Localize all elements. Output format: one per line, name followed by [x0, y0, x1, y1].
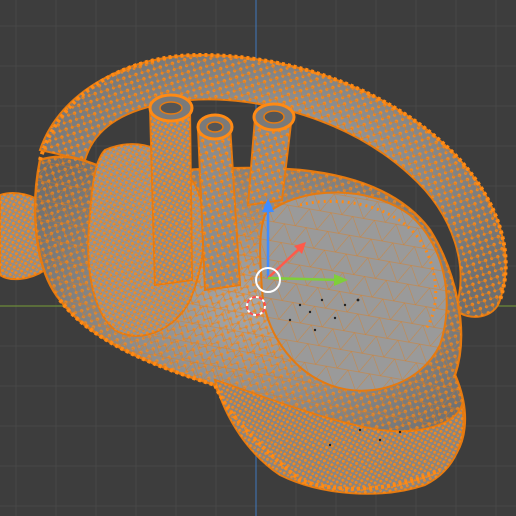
viewport-canvas[interactable] — [0, 0, 516, 516]
mesh-vessel-1[interactable] — [148, 93, 194, 287]
mesh-vessel-2[interactable] — [196, 113, 242, 292]
mesh-object[interactable] — [0, 52, 508, 495]
3d-viewport[interactable] — [0, 0, 516, 516]
